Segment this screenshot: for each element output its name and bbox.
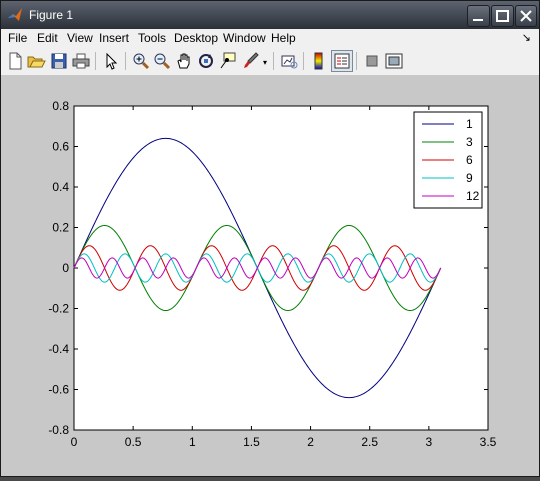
link-plot-icon[interactable] bbox=[279, 51, 299, 71]
save-icon[interactable] bbox=[49, 51, 69, 71]
maximize-button[interactable] bbox=[491, 5, 514, 27]
y-tick-label: 0.6 bbox=[52, 140, 69, 154]
x-tick-label: 1.5 bbox=[243, 435, 260, 449]
x-tick-label: 0.5 bbox=[125, 435, 142, 449]
colorbar-icon[interactable] bbox=[309, 51, 329, 71]
edit-plot-arrow-icon[interactable] bbox=[101, 51, 121, 71]
toolbar-separator bbox=[273, 52, 274, 70]
menu-bar: File Edit View Insert Tools Desktop Wind… bbox=[1, 29, 539, 47]
y-tick-label: -0.8 bbox=[48, 423, 69, 437]
y-tick-label: 0.4 bbox=[52, 180, 69, 194]
toolbar-separator bbox=[125, 52, 126, 70]
menu-help[interactable]: Help bbox=[271, 31, 296, 45]
window-title: Figure 1 bbox=[29, 8, 74, 22]
brush-dropdown-icon[interactable]: ▾ bbox=[263, 58, 267, 67]
x-tick-label: 0 bbox=[71, 435, 78, 449]
y-tick-label: 0.2 bbox=[52, 221, 69, 235]
close-button[interactable] bbox=[515, 5, 537, 27]
brush-icon[interactable] bbox=[241, 51, 261, 71]
minimize-button[interactable] bbox=[467, 5, 490, 27]
matlab-logo-icon bbox=[7, 7, 23, 23]
zoom-out-icon[interactable] bbox=[152, 51, 172, 71]
figure-toolbar: ▾ bbox=[1, 47, 539, 76]
toolbar-separator bbox=[356, 52, 357, 70]
menu-view[interactable]: View bbox=[67, 31, 93, 45]
rotate-3d-icon[interactable] bbox=[196, 51, 216, 71]
dock-arrow-icon[interactable]: ↘ bbox=[522, 31, 531, 44]
legend-label-12: 12 bbox=[466, 189, 480, 203]
y-tick-label: -0.4 bbox=[48, 342, 69, 356]
new-figure-icon[interactable] bbox=[5, 51, 25, 71]
legend-icon[interactable] bbox=[331, 50, 353, 72]
menu-edit[interactable]: Edit bbox=[37, 31, 58, 45]
y-tick-label: 0 bbox=[62, 261, 69, 275]
show-plot-tools-icon[interactable] bbox=[384, 51, 404, 71]
menu-insert[interactable]: Insert bbox=[99, 31, 129, 45]
menu-window[interactable]: Window bbox=[223, 31, 266, 45]
y-tick-label: 0.8 bbox=[52, 99, 69, 113]
plot-area[interactable]: 0 0.5 1 1.5 2 2.5 3 3.5 0.8 0.6 0.4 0.2 0 -0.2 -0.4 -0… bbox=[1, 76, 539, 476]
y-tick-label: -0.2 bbox=[48, 302, 69, 316]
figure-canvas: 0 0.5 1 1.5 2 2.5 3 3.5 0.8 0.6 0.4 0.2 0 -0.2 -0.4 -0… bbox=[1, 76, 539, 476]
x-tick-label: 1 bbox=[189, 435, 196, 449]
x-tick-label: 3.5 bbox=[480, 435, 497, 449]
figure-window: Figure 1 File Edit View Insert Tools Des… bbox=[0, 0, 540, 477]
pan-hand-icon[interactable] bbox=[174, 51, 194, 71]
legend-label-1: 1 bbox=[466, 117, 473, 131]
legend-box[interactable]: 1 3 6 9 12 bbox=[413, 111, 483, 209]
x-tick-label: 2.5 bbox=[361, 435, 378, 449]
x-tick-label: 2 bbox=[307, 435, 314, 449]
menu-desktop[interactable]: Desktop bbox=[174, 31, 218, 45]
data-cursor-icon[interactable] bbox=[218, 51, 238, 71]
hide-plot-tools-icon[interactable] bbox=[362, 51, 382, 71]
legend-label-3: 3 bbox=[466, 135, 473, 149]
open-file-icon[interactable] bbox=[26, 51, 46, 71]
menu-tools[interactable]: Tools bbox=[138, 31, 166, 45]
toolbar-separator bbox=[95, 52, 96, 70]
title-bar[interactable]: Figure 1 bbox=[1, 1, 539, 29]
print-icon[interactable] bbox=[71, 51, 91, 71]
y-tick-label: -0.6 bbox=[48, 383, 69, 397]
x-tick-label: 3 bbox=[426, 435, 433, 449]
menu-file[interactable]: File bbox=[8, 31, 27, 45]
toolbar-separator bbox=[303, 52, 304, 70]
zoom-in-icon[interactable] bbox=[131, 51, 151, 71]
legend-label-6: 6 bbox=[466, 153, 473, 167]
legend-label-9: 9 bbox=[466, 171, 473, 185]
